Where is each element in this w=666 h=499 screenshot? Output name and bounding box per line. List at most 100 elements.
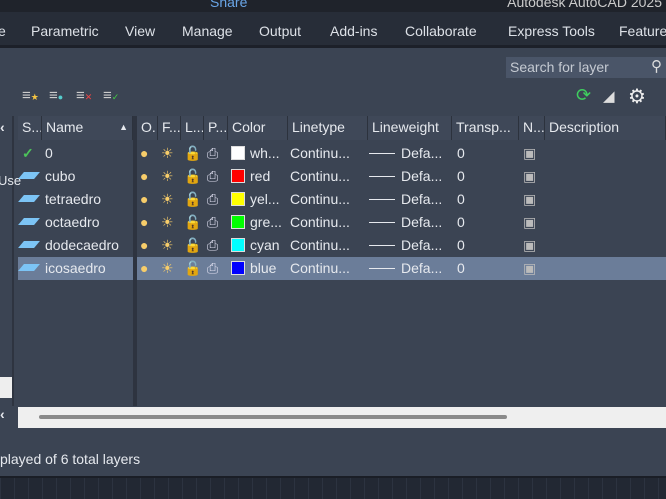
col-name[interactable]: Name ▲ <box>42 116 133 140</box>
new-layer-icon[interactable]: ≡★ <box>22 87 44 109</box>
lightbulb-on-icon[interactable]: ● <box>140 214 148 230</box>
horizontal-scrollbar[interactable] <box>18 407 666 428</box>
lineweight[interactable]: Defa... <box>401 145 442 161</box>
layer-name-row[interactable]: cubo <box>18 165 133 188</box>
color-swatch[interactable] <box>231 192 245 206</box>
table-row[interactable]: ● ☀ 🔓 ⎙ cyan Continu... Defa... 0 ▣ <box>137 234 666 257</box>
color-swatch[interactable] <box>231 238 245 252</box>
tab-partial[interactable]: e <box>0 23 6 39</box>
table-row[interactable]: ● ☀ 🔓 ⎙ gre... Continu... Defa... 0 ▣ <box>137 211 666 234</box>
col-plot[interactable]: P... <box>204 116 228 140</box>
lightbulb-on-icon[interactable]: ● <box>140 237 148 253</box>
table-row[interactable]: ● ☀ 🔓 ⎙ red Continu... Defa... 0 ▣ <box>137 165 666 188</box>
printer-icon[interactable]: ⎙ <box>207 191 218 208</box>
filter-scroll[interactable] <box>0 377 12 398</box>
new-vp-freeze-icon[interactable]: ▣ <box>523 237 536 254</box>
lineweight[interactable]: Defa... <box>401 168 442 184</box>
col-lineweight[interactable]: Lineweight <box>368 116 452 140</box>
new-vp-frozen-layer-icon[interactable]: ≡● <box>49 87 71 109</box>
color-name[interactable]: yel... <box>250 191 280 207</box>
col-on[interactable]: O... <box>137 116 158 140</box>
col-freeze[interactable]: F... <box>158 116 181 140</box>
lineweight[interactable]: Defa... <box>401 191 442 207</box>
lineweight[interactable]: Defa... <box>401 214 442 230</box>
sun-thawed-icon[interactable]: ☀ <box>161 145 174 162</box>
color-name[interactable]: gre... <box>250 214 282 230</box>
new-vp-freeze-icon[interactable]: ▣ <box>523 145 536 162</box>
col-description[interactable]: Description <box>545 116 666 140</box>
layer-name-row[interactable]: tetraedro <box>18 188 133 211</box>
linetype[interactable]: Continu... <box>290 214 350 230</box>
layer-name-row[interactable]: icosaedro <box>18 257 133 280</box>
layer-name-row[interactable]: octaedro <box>18 211 133 234</box>
transparency[interactable]: 0 <box>457 237 465 253</box>
unlocked-icon[interactable]: 🔓 <box>184 191 201 208</box>
new-vp-freeze-icon[interactable]: ▣ <box>523 260 536 277</box>
unlocked-icon[interactable]: 🔓 <box>184 237 201 254</box>
printer-icon[interactable]: ⎙ <box>207 260 218 277</box>
transparency[interactable]: 0 <box>457 168 465 184</box>
tab-output[interactable]: Output <box>259 23 301 39</box>
linetype[interactable]: Continu... <box>290 168 350 184</box>
layer-settings-overlay-icon[interactable]: ◢ <box>603 87 625 109</box>
new-vp-freeze-icon[interactable]: ▣ <box>523 214 536 231</box>
table-row[interactable]: ● ☀ 🔓 ⎙ yel... Continu... Defa... 0 ▣ <box>137 188 666 211</box>
printer-icon[interactable]: ⎙ <box>207 214 218 231</box>
new-vp-freeze-icon[interactable]: ▣ <box>523 191 536 208</box>
linetype[interactable]: Continu... <box>290 191 350 207</box>
sun-thawed-icon[interactable]: ☀ <box>161 191 174 208</box>
col-color[interactable]: Color <box>228 116 288 140</box>
lightbulb-on-icon[interactable]: ● <box>140 191 148 207</box>
color-name[interactable]: blue <box>250 260 276 276</box>
lightbulb-on-icon[interactable]: ● <box>140 168 148 184</box>
color-name[interactable]: cyan <box>250 237 280 253</box>
tab-view[interactable]: View <box>125 23 155 39</box>
color-swatch[interactable] <box>231 215 245 229</box>
sun-thawed-icon[interactable]: ☀ <box>161 168 174 185</box>
layer-name-row[interactable]: ✓ 0 <box>18 142 133 165</box>
transparency[interactable]: 0 <box>457 214 465 230</box>
printer-icon[interactable]: ⎙ <box>207 168 218 185</box>
tab-featured[interactable]: Feature <box>619 23 666 39</box>
unlocked-icon[interactable]: 🔓 <box>184 145 201 162</box>
search-icon[interactable]: ⚲ <box>651 57 662 75</box>
col-new-vp-freeze[interactable]: N... <box>519 116 545 140</box>
linetype[interactable]: Continu... <box>290 237 350 253</box>
col-status[interactable]: S... <box>18 116 42 140</box>
lineweight[interactable]: Defa... <box>401 260 442 276</box>
gear-icon[interactable]: ⚙ <box>628 84 650 108</box>
linetype[interactable]: Continu... <box>290 145 350 161</box>
color-swatch[interactable] <box>231 146 245 160</box>
color-name[interactable]: red <box>250 168 270 184</box>
tab-collaborate[interactable]: Collaborate <box>405 23 477 39</box>
tab-parametric[interactable]: Parametric <box>31 23 99 39</box>
table-row[interactable]: ● ☀ 🔓 ⎙ blue Continu... Defa... 0 ▣ <box>137 257 666 280</box>
new-vp-freeze-icon[interactable]: ▣ <box>523 168 536 185</box>
printer-icon[interactable]: ⎙ <box>207 145 218 162</box>
drawing-canvas[interactable] <box>0 476 666 499</box>
printer-icon[interactable]: ⎙ <box>207 237 218 254</box>
search-input[interactable]: Search for layer ⚲ <box>506 57 666 78</box>
unlocked-icon[interactable]: 🔓 <box>184 214 201 231</box>
transparency[interactable]: 0 <box>457 260 465 276</box>
transparency[interactable]: 0 <box>457 145 465 161</box>
col-lock[interactable]: L... <box>181 116 204 140</box>
delete-layer-icon[interactable]: ≡✕ <box>76 87 98 109</box>
lightbulb-on-icon[interactable]: ● <box>140 145 148 161</box>
color-swatch[interactable] <box>231 261 245 275</box>
scrollbar-thumb[interactable] <box>39 415 507 419</box>
unlocked-icon[interactable]: 🔓 <box>184 260 201 277</box>
col-linetype[interactable]: Linetype <box>288 116 368 140</box>
sun-thawed-icon[interactable]: ☀ <box>161 237 174 254</box>
color-name[interactable]: wh... <box>250 145 280 161</box>
table-row[interactable]: ● ☀ 🔓 ⎙ wh... Continu... Defa... 0 ▣ <box>137 142 666 165</box>
tab-express-tools[interactable]: Express Tools <box>508 23 595 39</box>
sun-thawed-icon[interactable]: ☀ <box>161 214 174 231</box>
refresh-icon[interactable]: ⟳ <box>576 85 598 107</box>
transparency[interactable]: 0 <box>457 191 465 207</box>
color-swatch[interactable] <box>231 169 245 183</box>
col-transparency[interactable]: Transp... <box>452 116 519 140</box>
sun-thawed-icon[interactable]: ☀ <box>161 260 174 277</box>
lightbulb-on-icon[interactable]: ● <box>140 260 148 276</box>
layer-name-row[interactable]: dodecaedro <box>18 234 133 257</box>
